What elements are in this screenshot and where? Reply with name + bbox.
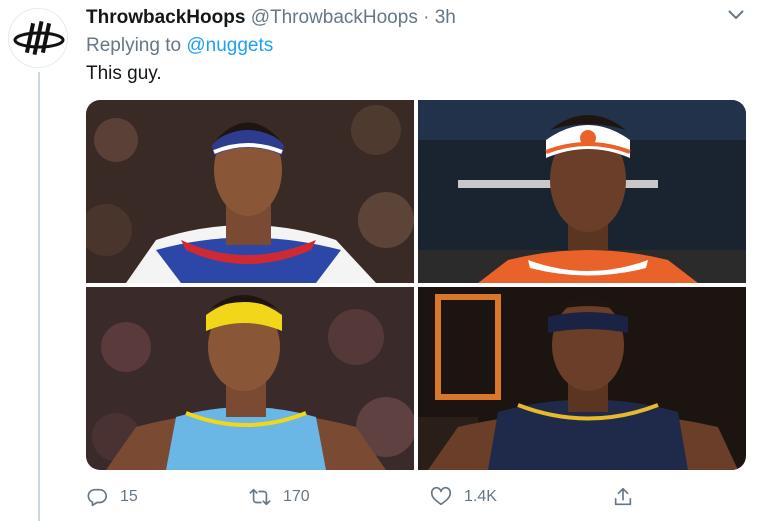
replying-prefix: Replying to	[86, 35, 182, 56]
share-button[interactable]	[612, 484, 634, 510]
tweet-actions: 15 170 1.4K	[86, 484, 726, 510]
media-grid	[86, 100, 746, 470]
tweet-header: ThrowbackHoops @ThrowbackHoops · 3h	[86, 6, 456, 30]
share-icon	[614, 487, 632, 506]
tweet-time[interactable]: 3h	[435, 7, 456, 28]
player-photo-nuggets-navy	[418, 287, 746, 470]
retweet-count: 170	[283, 488, 310, 505]
player-photo-knicks	[418, 100, 746, 283]
photo-1[interactable]	[86, 100, 414, 283]
retweet-icon	[249, 488, 271, 506]
photo-4[interactable]	[418, 287, 746, 470]
player-photo-nuggets-powder-blue	[86, 287, 414, 470]
reply-button[interactable]: 15	[86, 484, 138, 510]
like-count: 1.4K	[464, 488, 497, 505]
avatar[interactable]	[8, 8, 68, 68]
reply-count: 15	[120, 488, 138, 505]
replying-to: Replying to @nuggets	[86, 34, 273, 58]
like-button[interactable]: 1.4K	[430, 484, 497, 510]
player-photo-all-star	[86, 100, 414, 283]
reply-icon	[87, 488, 107, 507]
throwback-hoops-logo-icon	[10, 10, 67, 67]
mention-link[interactable]: @nuggets	[186, 35, 273, 56]
author-handle[interactable]: @ThrowbackHoops	[251, 7, 418, 28]
photo-3[interactable]	[86, 287, 414, 470]
tweet-text: This guy.	[86, 63, 162, 84]
heart-icon	[430, 486, 452, 506]
photo-2[interactable]	[418, 100, 746, 283]
thread-line	[38, 72, 40, 521]
chevron-down-icon[interactable]	[727, 8, 745, 22]
author-name[interactable]: ThrowbackHoops	[86, 7, 245, 28]
retweet-button[interactable]: 170	[249, 484, 310, 510]
separator-dot: ·	[423, 7, 430, 28]
